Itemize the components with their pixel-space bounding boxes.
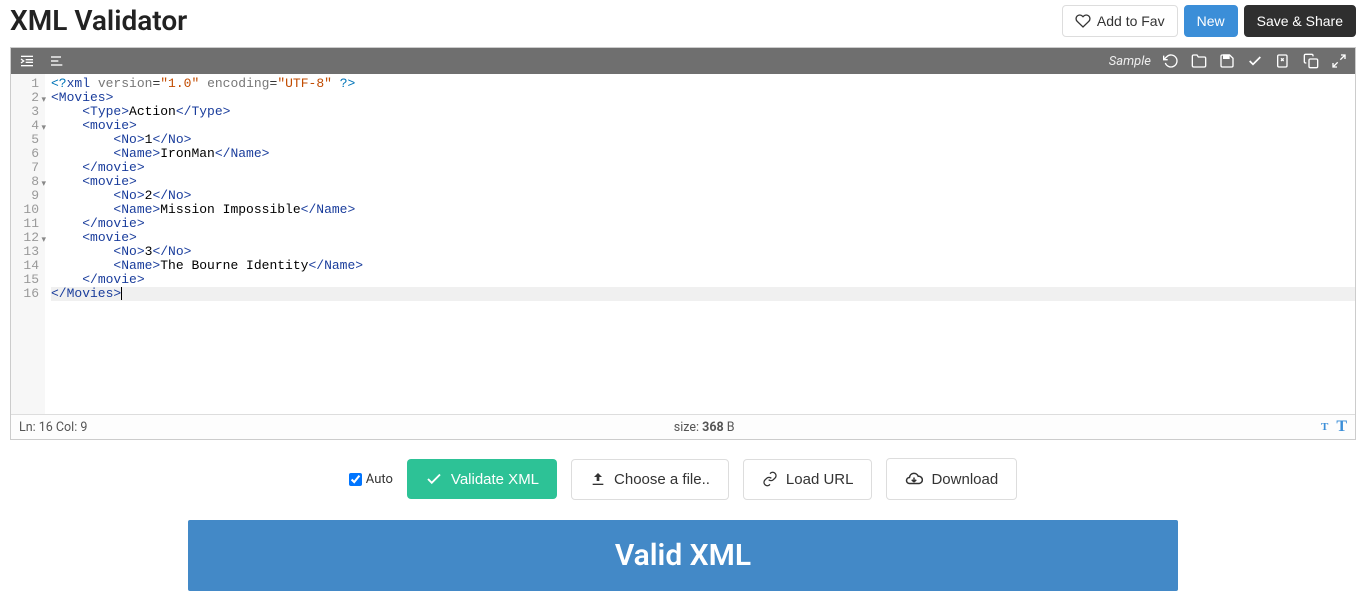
validate-button[interactable]: Validate XML — [407, 459, 557, 499]
code-line[interactable]: </movie> — [51, 217, 1355, 231]
code-line[interactable]: <No>3</No> — [51, 245, 1355, 259]
code-line[interactable]: <No>2</No> — [51, 189, 1355, 203]
status-right: T T — [1321, 418, 1347, 436]
header: XML Validator Add to Fav New Save & Shar… — [0, 0, 1366, 41]
code-area[interactable]: 12▾34▾5678▾9101112▾13141516 <?xml versio… — [11, 74, 1355, 414]
code-line[interactable]: <?xml version="1.0" encoding="UTF-8" ?> — [51, 77, 1355, 91]
toolbar-left — [19, 53, 65, 69]
line-gutter: 12▾34▾5678▾9101112▾13141516 — [11, 74, 45, 414]
code-content[interactable]: <?xml version="1.0" encoding="UTF-8" ?><… — [45, 74, 1355, 414]
result-banner: Valid XML — [188, 520, 1178, 591]
text-size-large-icon[interactable]: T — [1336, 418, 1347, 436]
cursor-position: Ln: 16 Col: 9 — [19, 420, 87, 435]
fold-toggle-icon[interactable]: ▾ — [41, 177, 46, 191]
load-url-label: Load URL — [786, 471, 854, 488]
fold-toggle-icon[interactable]: ▾ — [41, 93, 46, 107]
editor-toolbar: Sample — [11, 48, 1355, 74]
line-number: 13 — [15, 245, 39, 259]
choose-file-label: Choose a file.. — [614, 471, 710, 488]
save-share-button[interactable]: Save & Share — [1244, 5, 1356, 37]
download-label: Download — [931, 471, 998, 488]
code-line[interactable]: <Name>The Bourne Identity</Name> — [51, 259, 1355, 273]
line-number: 5 — [15, 133, 39, 147]
download-button[interactable]: Download — [886, 458, 1017, 500]
line-number: 3 — [15, 105, 39, 119]
auto-checkbox-wrap[interactable]: Auto — [349, 472, 393, 487]
line-number: 14 — [15, 259, 39, 273]
code-line[interactable]: <movie> — [51, 231, 1355, 245]
actions-row: Auto Validate XML Choose a file.. Load U… — [0, 458, 1366, 500]
status-bar: Ln: 16 Col: 9 size: 368 B T T — [11, 414, 1355, 439]
code-line[interactable]: <movie> — [51, 119, 1355, 133]
code-line[interactable]: <Name>IronMan</Name> — [51, 147, 1355, 161]
code-line[interactable]: </movie> — [51, 273, 1355, 287]
copy-icon[interactable] — [1303, 53, 1319, 69]
file-size: size: 368 B — [674, 420, 735, 435]
auto-label: Auto — [366, 472, 393, 487]
code-line[interactable]: <Type>Action</Type> — [51, 105, 1355, 119]
line-number: 4▾ — [15, 119, 39, 133]
clear-icon[interactable] — [1275, 53, 1291, 69]
folder-open-icon[interactable] — [1191, 53, 1207, 69]
add-to-fav-button[interactable]: Add to Fav — [1062, 5, 1178, 37]
cloud-download-icon — [905, 470, 923, 488]
save-icon[interactable] — [1219, 53, 1235, 69]
validate-label: Validate XML — [451, 471, 539, 488]
page-title: XML Validator — [10, 4, 187, 37]
fullscreen-icon[interactable] — [1331, 53, 1347, 69]
line-number: 6 — [15, 147, 39, 161]
code-line[interactable]: </movie> — [51, 161, 1355, 175]
line-number: 9 — [15, 189, 39, 203]
new-button[interactable]: New — [1184, 5, 1238, 37]
line-number: 10 — [15, 203, 39, 217]
load-url-button[interactable]: Load URL — [743, 459, 873, 500]
indent-icon[interactable] — [19, 53, 35, 69]
upload-icon — [590, 471, 606, 487]
line-number: 12▾ — [15, 231, 39, 245]
fold-toggle-icon[interactable]: ▾ — [41, 121, 46, 135]
new-label: New — [1197, 13, 1225, 29]
fold-toggle-icon[interactable]: ▾ — [41, 233, 46, 247]
menu-icon[interactable] — [49, 53, 65, 69]
code-line[interactable]: </Movies> — [51, 287, 1355, 301]
code-line[interactable]: <No>1</No> — [51, 133, 1355, 147]
editor: Sample 12▾34▾5678▾910111 — [10, 47, 1356, 440]
sample-label[interactable]: Sample — [1109, 54, 1151, 69]
text-size-small-icon[interactable]: T — [1321, 421, 1328, 433]
line-number: 16 — [15, 287, 39, 301]
link-icon — [762, 471, 778, 487]
heart-icon — [1075, 13, 1091, 29]
choose-file-button[interactable]: Choose a file.. — [571, 459, 729, 500]
code-line[interactable]: <Movies> — [51, 91, 1355, 105]
line-number: 11 — [15, 217, 39, 231]
code-line[interactable]: <movie> — [51, 175, 1355, 189]
header-actions: Add to Fav New Save & Share — [1062, 5, 1356, 37]
add-to-fav-label: Add to Fav — [1097, 13, 1165, 29]
line-number: 1 — [15, 77, 39, 91]
check-icon — [425, 470, 443, 488]
auto-checkbox[interactable] — [349, 473, 362, 486]
line-number: 15 — [15, 273, 39, 287]
history-icon[interactable] — [1163, 53, 1179, 69]
check-icon[interactable] — [1247, 53, 1263, 69]
line-number: 8▾ — [15, 175, 39, 189]
toolbar-right: Sample — [1109, 53, 1347, 69]
line-number: 7 — [15, 161, 39, 175]
code-line[interactable]: <Name>Mission Impossible</Name> — [51, 203, 1355, 217]
line-number: 2▾ — [15, 91, 39, 105]
save-share-label: Save & Share — [1257, 13, 1343, 29]
